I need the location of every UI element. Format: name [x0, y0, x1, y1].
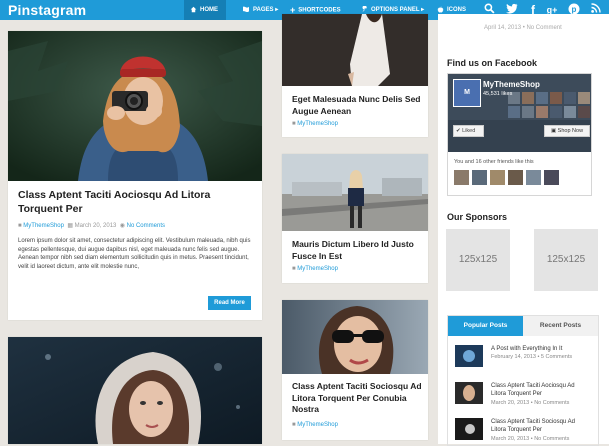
post-comments[interactable]: No Comments [127, 223, 165, 229]
user-icon: ■ [292, 422, 296, 428]
post-date: March 20, 2013 [74, 223, 117, 229]
popular-post-title[interactable]: Class Aptent Taciti Sociosqu Ad Litora T… [491, 418, 591, 434]
post-image-woman-sunglasses[interactable] [282, 300, 428, 374]
post-meta: ■ MyThemeShop [292, 266, 338, 272]
popular-post-thumbnail[interactable] [455, 418, 483, 440]
post-author[interactable]: MyThemeShop [297, 121, 338, 127]
popular-post-item[interactable]: Class Aptent Taciti Sociosqu Ad Litora T… [447, 418, 595, 444]
facebook-friends-text: You and 16 other friends like this [454, 159, 534, 165]
post-card-1: Class Aptent Taciti Aociosqu Ad Litora T… [8, 31, 262, 320]
pages-icon [243, 7, 249, 13]
post-title[interactable]: Class Aptent Taciti Sociosqu Ad Litora T… [292, 381, 422, 416]
chevron-down-icon: ▸ [273, 7, 279, 13]
nav-pages[interactable]: PAGES ▸ [242, 0, 278, 20]
post-title[interactable]: Mauris Dictum Libero Id Justo Fusce In E… [292, 239, 422, 262]
popular-post-meta: March 20, 2013 • No Comments [491, 436, 570, 442]
svg-text:p: p [572, 5, 577, 14]
user-icon: ■ [292, 121, 296, 127]
friend-avatar[interactable] [508, 170, 523, 185]
post-meta: ■ MyThemeShop ▦ March 20, 2013 ◉ No Comm… [18, 222, 165, 229]
sponsors-heading: Our Sponsors [447, 212, 508, 222]
popular-post-item[interactable]: A Post with Everything In It February 14… [447, 345, 595, 373]
friend-avatar[interactable] [544, 170, 559, 185]
post-author[interactable]: MyThemeShop [23, 223, 64, 229]
popular-post-thumbnail[interactable] [455, 345, 483, 367]
friend-avatar[interactable] [526, 170, 541, 185]
post-author[interactable]: MyThemeShop [297, 422, 338, 428]
facebook-page-name[interactable]: MyThemeShop [483, 80, 540, 89]
site-logo[interactable]: Pinstagram [8, 0, 86, 20]
facebook-likes-count: 45,531 likes [483, 91, 513, 97]
post-card-5 [8, 337, 262, 444]
comment-icon: ◉ [119, 223, 125, 229]
facebook-shop-now-button[interactable]: ▣ Shop Now [544, 125, 590, 137]
facebook-shop-label: Shop Now [557, 128, 584, 134]
friend-avatar[interactable] [454, 170, 469, 185]
post-image-woman-dress[interactable] [282, 14, 428, 86]
popular-post-meta: March 20, 2013 • No Comments [491, 400, 570, 406]
nav-icons-label: ICONS [447, 7, 467, 13]
sponsor-ad-2[interactable]: 125x125 [534, 229, 598, 291]
post-meta: ■ MyThemeShop [292, 422, 338, 428]
facebook-liked-button[interactable]: ✔ Liked [453, 125, 484, 137]
friend-avatar[interactable] [490, 170, 505, 185]
read-more-button[interactable]: Read More [208, 296, 251, 310]
wrench-icon [362, 5, 367, 13]
post-card-2: Eget Malesuada Nunc Delis Sed Augue Aene… [282, 14, 428, 137]
facebook-widget-heading: Find us on Facebook [447, 58, 538, 68]
facebook-like-box: M MyThemeShop 45,531 likes ✔ Liked ▣ Sho… [447, 73, 592, 196]
popular-post-title[interactable]: Class Aptent Taciti Aociosqu Ad Litora T… [491, 382, 591, 398]
popular-post-thumbnail[interactable] [455, 382, 483, 404]
apple-icon [437, 6, 444, 13]
tab-recent-posts[interactable]: Recent Posts [523, 316, 598, 336]
sidebar: April 14, 2013 • No Comment Find us on F… [438, 14, 609, 446]
post-image-woman-camera[interactable] [8, 31, 262, 181]
post-image-woman-winter[interactable] [8, 337, 262, 444]
popular-post-meta: February 14, 2013 • 5 Comments [491, 354, 573, 360]
thumb-icon: ✔ [456, 128, 461, 134]
post-author[interactable]: MyThemeShop [297, 266, 338, 272]
facebook-page-avatar[interactable]: M [453, 79, 481, 107]
user-icon: ■ [18, 223, 22, 229]
nav-home-label: HOME [200, 7, 218, 13]
sponsor-ad-1[interactable]: 125x125 [446, 229, 510, 291]
popular-post-item[interactable]: Class Aptent Taciti Aociosqu Ad Litora T… [447, 382, 595, 412]
facebook-liked-label: Liked [462, 128, 476, 134]
cart-icon: ▣ [550, 128, 557, 134]
calendar-icon: ▦ [67, 223, 73, 229]
post-card-4: Class Aptent Taciti Sociosqu Ad Litora T… [282, 300, 428, 440]
post-title[interactable]: Eget Malesuada Nunc Delis Sed Augue Aene… [292, 94, 422, 117]
post-meta: ■ MyThemeShop [292, 121, 338, 127]
nav-shortcodes-label: SHORTCODES [298, 7, 341, 14]
post-image-woman-pier[interactable] [282, 154, 428, 231]
user-icon: ■ [292, 266, 296, 272]
post-title[interactable]: Class Aptent Taciti Aociosqu Ad Litora T… [18, 188, 248, 216]
post-excerpt: Lorem ipsum dolor sit amet, consectetur … [18, 238, 251, 270]
post-card-3: Mauris Dictum Libero Id Justo Fusce In E… [282, 154, 428, 283]
tab-popular-posts[interactable]: Popular Posts [448, 316, 523, 336]
home-icon [190, 6, 197, 13]
sidebar-top-snippet: April 14, 2013 • No Comment [484, 25, 562, 31]
chevron-down-icon: ▸ [419, 7, 425, 13]
nav-pages-label: PAGES [253, 7, 274, 13]
nav-home[interactable]: HOME [184, 0, 226, 20]
popular-post-title[interactable]: A Post with Everything In It [491, 345, 591, 353]
friend-avatar[interactable] [472, 170, 487, 185]
nav-options-panel-label: OPTIONS PANEL [371, 7, 420, 13]
